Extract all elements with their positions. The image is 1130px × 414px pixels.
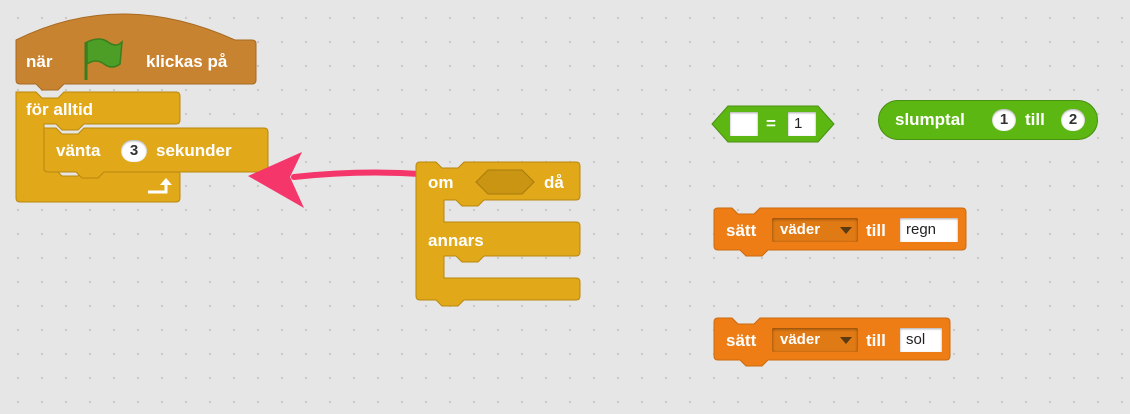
set-to-label: till — [866, 331, 886, 350]
hat-clicked-label: klickas på — [146, 52, 228, 71]
equals-right-input[interactable]: 1 — [788, 112, 816, 136]
random-label: slumptal — [895, 110, 965, 129]
dropdown-arrow-icon — [840, 337, 852, 344]
set-variable-block-1[interactable]: sätt väder till regn — [712, 207, 972, 258]
set-label: sätt — [726, 331, 757, 350]
hat-when-label: när — [26, 52, 53, 71]
if-label: om — [428, 173, 454, 192]
set-label: sätt — [726, 221, 757, 240]
then-label: då — [544, 173, 564, 192]
condition-slot[interactable] — [475, 169, 535, 195]
random-to-input[interactable]: 2 — [1061, 109, 1085, 131]
wait-seconds-unit-label: sekunder — [156, 141, 232, 160]
set-to-label: till — [866, 221, 886, 240]
variable-name: väder — [780, 221, 821, 238]
equals-operator-label: = — [766, 114, 776, 133]
variable-dropdown[interactable]: väder — [772, 218, 858, 242]
set-variable-block-2[interactable]: sätt väder till sol — [712, 317, 972, 368]
random-to-label: till — [1025, 110, 1045, 129]
variable-name: väder — [780, 331, 821, 348]
dropdown-arrow-icon — [840, 227, 852, 234]
random-block[interactable]: slumptal 1 till 2 — [878, 100, 1098, 140]
if-else-block[interactable]: om då annars — [410, 158, 590, 318]
forever-label: för alltid — [26, 100, 94, 119]
variable-dropdown[interactable]: väder — [772, 328, 858, 352]
wait-label: vänta — [56, 141, 101, 160]
set-value-input[interactable]: sol — [900, 328, 942, 352]
random-from-input[interactable]: 1 — [992, 109, 1016, 131]
equals-block[interactable]: = 1 — [710, 104, 836, 144]
equals-left-input[interactable] — [730, 112, 758, 136]
else-label: annars — [428, 231, 484, 250]
wait-seconds-input[interactable]: 3 — [121, 140, 147, 162]
set-value-input[interactable]: regn — [900, 218, 958, 242]
